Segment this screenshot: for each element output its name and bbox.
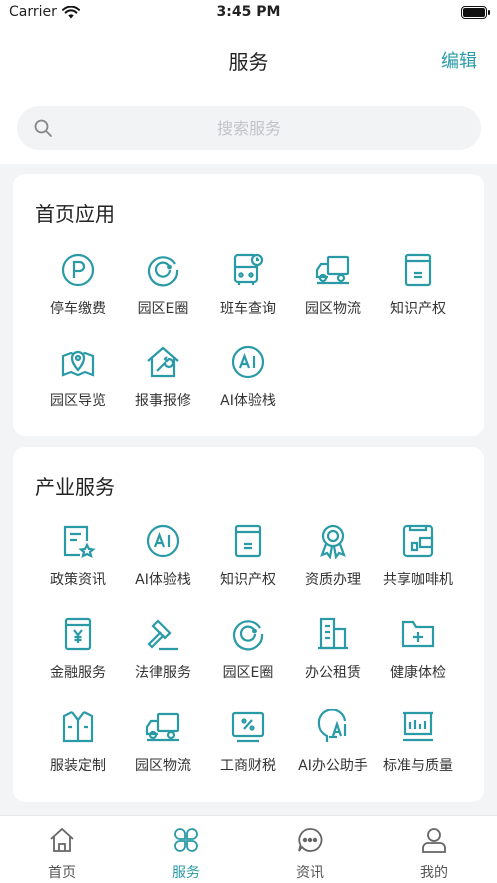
app-parking[interactable]: 停车缴费 xyxy=(34,252,122,332)
service-label: 标准与质量 xyxy=(383,758,453,774)
parking-icon xyxy=(61,253,95,287)
nav-bar: 服务 编辑 xyxy=(0,26,497,94)
service-label: 共享咖啡机 xyxy=(383,572,453,588)
house-wrench-icon xyxy=(147,346,179,378)
tab-label: 服务 xyxy=(172,865,200,881)
app-ip[interactable]: 知识产权 xyxy=(374,252,462,332)
ruler-chart-icon xyxy=(403,711,433,742)
tax-icon xyxy=(231,711,265,743)
book-icon xyxy=(234,524,262,558)
clover-icon xyxy=(174,828,198,852)
shirt-icon xyxy=(62,711,94,743)
service-ip[interactable]: 知识产权 xyxy=(204,523,292,603)
service-policy[interactable]: 政策资讯 xyxy=(34,523,122,603)
home-apps-card: 首页应用 停车缴费 园区E圈 班车查询 园区物流 知识产权 园区导览 报事报修 … xyxy=(13,174,484,436)
search-input[interactable] xyxy=(67,106,431,150)
app-repair[interactable]: 报事报修 xyxy=(119,344,207,424)
search-box[interactable] xyxy=(17,106,481,150)
industry-title: 产业服务 xyxy=(35,475,115,499)
app-bus[interactable]: 班车查询 xyxy=(204,252,292,332)
tab-news[interactable]: 资讯 xyxy=(248,816,372,883)
ai-head-icon xyxy=(317,709,347,742)
service-qualification[interactable]: 资质办理 xyxy=(289,523,377,603)
service-office-rental[interactable]: 办公租赁 xyxy=(289,616,377,696)
tab-mine[interactable]: 我的 xyxy=(372,816,496,883)
service-legal[interactable]: 法律服务 xyxy=(119,616,207,696)
status-bar: Carrier 3:45 PM xyxy=(0,0,497,26)
home-apps-title: 首页应用 xyxy=(35,202,115,226)
tab-label: 首页 xyxy=(48,865,76,881)
e-circle-icon xyxy=(232,620,264,651)
ai-circle-icon xyxy=(231,345,265,379)
service-label: 健康体检 xyxy=(390,665,446,681)
tab-services[interactable]: 服务 xyxy=(124,816,248,883)
search-icon xyxy=(34,119,52,137)
e-circle-icon xyxy=(147,256,179,287)
building-icon xyxy=(318,617,348,650)
service-e-circle[interactable]: 园区E圈 xyxy=(204,616,292,696)
search-section xyxy=(0,94,497,164)
home-icon xyxy=(50,827,74,852)
map-pin-icon xyxy=(61,350,95,377)
app-logistics[interactable]: 园区物流 xyxy=(289,252,377,332)
tab-home[interactable]: 首页 xyxy=(0,816,124,883)
tab-label: 我的 xyxy=(420,865,448,881)
ai-circle-icon xyxy=(146,524,180,558)
truck-icon xyxy=(145,712,180,742)
industry-card: 产业服务 政策资讯 AI体验栈 知识产权 资质办理 共享咖啡机 金融服务 法律服… xyxy=(13,447,484,802)
page-title: 服务 xyxy=(228,50,269,74)
tab-bar: 首页 服务 资讯 我的 xyxy=(0,815,497,883)
service-tax[interactable]: 工商财税 xyxy=(204,709,292,789)
app-ai-stack[interactable]: AI体验栈 xyxy=(204,344,292,424)
gavel-icon xyxy=(147,619,178,651)
battery-icon xyxy=(461,6,490,19)
finance-icon xyxy=(64,617,92,651)
service-health[interactable]: 健康体检 xyxy=(374,616,462,696)
service-coffee[interactable]: 共享咖啡机 xyxy=(374,523,462,603)
service-standards[interactable]: 标准与质量 xyxy=(374,709,462,789)
user-icon xyxy=(422,828,446,853)
service-ai-assistant[interactable]: AI办公助手 xyxy=(289,709,377,789)
chat-icon xyxy=(298,828,323,852)
book-icon xyxy=(404,253,432,287)
app-e-circle[interactable]: 园区E圈 xyxy=(119,252,207,332)
medical-folder-icon xyxy=(401,620,435,648)
policy-doc-icon xyxy=(63,525,96,559)
status-time: 3:45 PM xyxy=(216,4,281,20)
service-finance[interactable]: 金融服务 xyxy=(34,616,122,696)
service-ai-stack[interactable]: AI体验栈 xyxy=(119,523,207,603)
award-icon xyxy=(320,524,346,559)
app-label: 知识产权 xyxy=(390,301,446,317)
service-logistics[interactable]: 园区物流 xyxy=(119,709,207,789)
truck-icon xyxy=(315,255,350,285)
coffee-machine-icon xyxy=(402,524,434,558)
edit-button[interactable]: 编辑 xyxy=(441,47,477,73)
service-clothing[interactable]: 服装定制 xyxy=(34,709,122,789)
bus-icon xyxy=(233,253,264,285)
tab-label: 资讯 xyxy=(296,865,324,881)
app-label: AI体验栈 xyxy=(220,393,276,409)
app-park-guide[interactable]: 园区导览 xyxy=(34,344,122,424)
